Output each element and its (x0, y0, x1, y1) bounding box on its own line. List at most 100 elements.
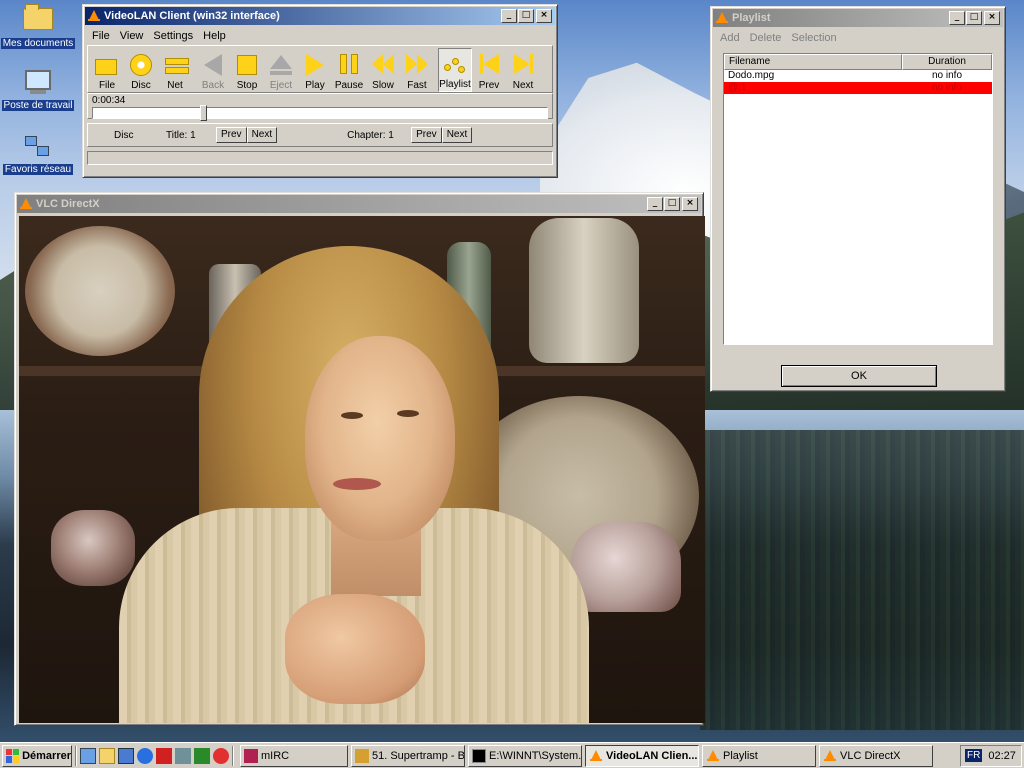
explorer-icon[interactable] (99, 747, 115, 764)
task-label: VLC DirectX (840, 749, 901, 762)
task-label: Playlist (723, 749, 758, 762)
chapter-label: Chapter: 1 (347, 129, 394, 141)
open-file-icon (95, 53, 119, 77)
task-playlist[interactable]: Playlist (702, 744, 816, 767)
maximize-button[interactable]: □ (664, 197, 680, 211)
toolbar-file-button[interactable]: File (90, 48, 124, 92)
vlc-cone-icon (716, 12, 728, 24)
video-bg-vase (529, 218, 639, 363)
toolbar-eject-button[interactable]: Eject (264, 48, 298, 92)
task-label: VideoLAN Clien... (606, 749, 698, 762)
table-row-selected[interactable]: @:1 no info (724, 82, 992, 94)
toolbar-fast-button[interactable]: Fast (400, 48, 434, 92)
chapter-next-button[interactable]: Next (441, 127, 473, 143)
task-mirc[interactable]: mIRC (240, 744, 348, 767)
desktop-icon-label: Favoris réseau (2, 164, 74, 175)
toolbar-label: Stop (236, 80, 258, 91)
quick-launch (80, 747, 229, 764)
tool-icon[interactable] (175, 747, 191, 764)
next-icon (511, 53, 535, 77)
window-title: Playlist (732, 12, 771, 24)
desktop-icon-label: Poste de travail (1, 100, 75, 111)
seek-slider[interactable] (92, 105, 548, 121)
menu-file[interactable]: File (87, 30, 115, 42)
winamp-icon (355, 748, 369, 763)
menu-view[interactable]: View (115, 30, 149, 42)
column-header-filename[interactable]: Filename (724, 54, 902, 70)
menu-help[interactable]: Help (198, 30, 231, 42)
start-button[interactable]: Démarrer (2, 744, 72, 767)
toolbar-prev-button[interactable]: Prev (472, 48, 506, 92)
desktop-icon-label: Mes documents (0, 38, 76, 49)
toolbar-playlist-button[interactable]: Playlist (438, 48, 472, 92)
toolbar-label: Next (512, 80, 534, 91)
desktop-icon-my-computer[interactable]: Poste de travail (0, 68, 76, 111)
title-prev-button[interactable]: Prev (216, 127, 247, 143)
close-button[interactable]: × (536, 9, 552, 23)
playlist-titlebar[interactable]: Playlist _ □ × (713, 9, 1003, 27)
desktop-icon-my-documents[interactable]: Mes documents (0, 4, 76, 49)
column-header-duration[interactable]: Duration (902, 54, 992, 70)
vlc-icon (589, 749, 603, 763)
app-icon[interactable] (156, 747, 172, 764)
toolbar-label: Net (167, 80, 183, 91)
task-winamp[interactable]: 51. Supertramp - Bl... (351, 744, 465, 767)
ok-button[interactable]: OK (781, 365, 937, 387)
row-filename: Dodo.mpg (728, 70, 775, 81)
video-frame[interactable] (19, 216, 705, 723)
toolbar-label: Playlist (439, 79, 471, 90)
ie-icon[interactable] (137, 747, 153, 764)
toolbar-slow-button[interactable]: Slow (366, 48, 400, 92)
toolbar-disc-button[interactable]: Disc (124, 48, 158, 92)
toolbar-play-button[interactable]: Play (298, 48, 332, 92)
minimize-button[interactable]: _ (949, 11, 965, 25)
opera-icon[interactable] (213, 747, 229, 764)
chapter-prev-button[interactable]: Prev (411, 127, 442, 143)
menu-delete[interactable]: Delete (745, 32, 787, 44)
toolbar-next-button[interactable]: Next (506, 48, 540, 92)
disc-navigation-panel: Disc Title: 1 Prev Next Chapter: 1 Prev … (87, 123, 553, 147)
toolbar-label: Fast (407, 80, 427, 91)
window-title: VLC DirectX (36, 198, 100, 210)
vlc-main-window: VideoLAN Client (win32 interface) _ □ × … (82, 4, 558, 178)
task-vlc-main[interactable]: VideoLAN Clien... (585, 744, 699, 767)
vlc-main-titlebar[interactable]: VideoLAN Client (win32 interface) _ □ × (85, 7, 555, 25)
task-console[interactable]: E:\WINNT\System... (468, 744, 582, 767)
title-next-button[interactable]: Next (246, 127, 278, 143)
maximize-button[interactable]: □ (966, 11, 982, 25)
menu-selection[interactable]: Selection (786, 32, 841, 44)
task-vlc-directx[interactable]: VLC DirectX (819, 744, 933, 767)
menu-settings[interactable]: Settings (148, 30, 198, 42)
maximize-button[interactable]: □ (518, 9, 534, 23)
toolbar-pause-button[interactable]: Pause (332, 48, 366, 92)
seek-slider-thumb[interactable] (200, 105, 207, 121)
outlook-icon[interactable] (118, 747, 134, 764)
toolbar-label: Prev (478, 80, 500, 91)
video-bg-plate (25, 226, 175, 356)
desktop-icon[interactable] (80, 747, 96, 764)
taskbar: Démarrer mIRC 51. Supertramp - Bl... E:\… (0, 742, 1024, 768)
language-indicator[interactable]: FR (965, 749, 983, 762)
minimize-button[interactable]: _ (647, 197, 663, 211)
video-titlebar[interactable]: VLC DirectX _ □ × (17, 195, 701, 213)
menu-add[interactable]: Add (715, 32, 745, 44)
minimize-button[interactable]: _ (501, 9, 517, 23)
video-window: VLC DirectX _ □ × (14, 192, 705, 726)
close-button[interactable]: × (682, 197, 698, 211)
pause-icon (337, 53, 361, 77)
excel-icon[interactable] (194, 747, 210, 764)
close-button[interactable]: × (984, 11, 1000, 25)
task-label: 51. Supertramp - Bl... (372, 749, 465, 762)
mirc-icon (244, 748, 258, 763)
toolbar-label: Pause (334, 80, 364, 91)
toolbar-net-button[interactable]: Net (158, 48, 192, 92)
disc-label: Disc (114, 129, 134, 141)
video-person-eye-left (341, 412, 363, 419)
clock[interactable]: 02:27 (988, 750, 1016, 762)
folder-icon (23, 4, 53, 36)
toolbar-stop-button[interactable]: Stop (230, 48, 264, 92)
toolbar-back-button[interactable]: Back (196, 48, 230, 92)
desktop-icon-network-places[interactable]: Favoris réseau (0, 134, 76, 175)
playlist-icon (443, 52, 467, 76)
table-row[interactable]: Dodo.mpg no info (724, 70, 992, 82)
